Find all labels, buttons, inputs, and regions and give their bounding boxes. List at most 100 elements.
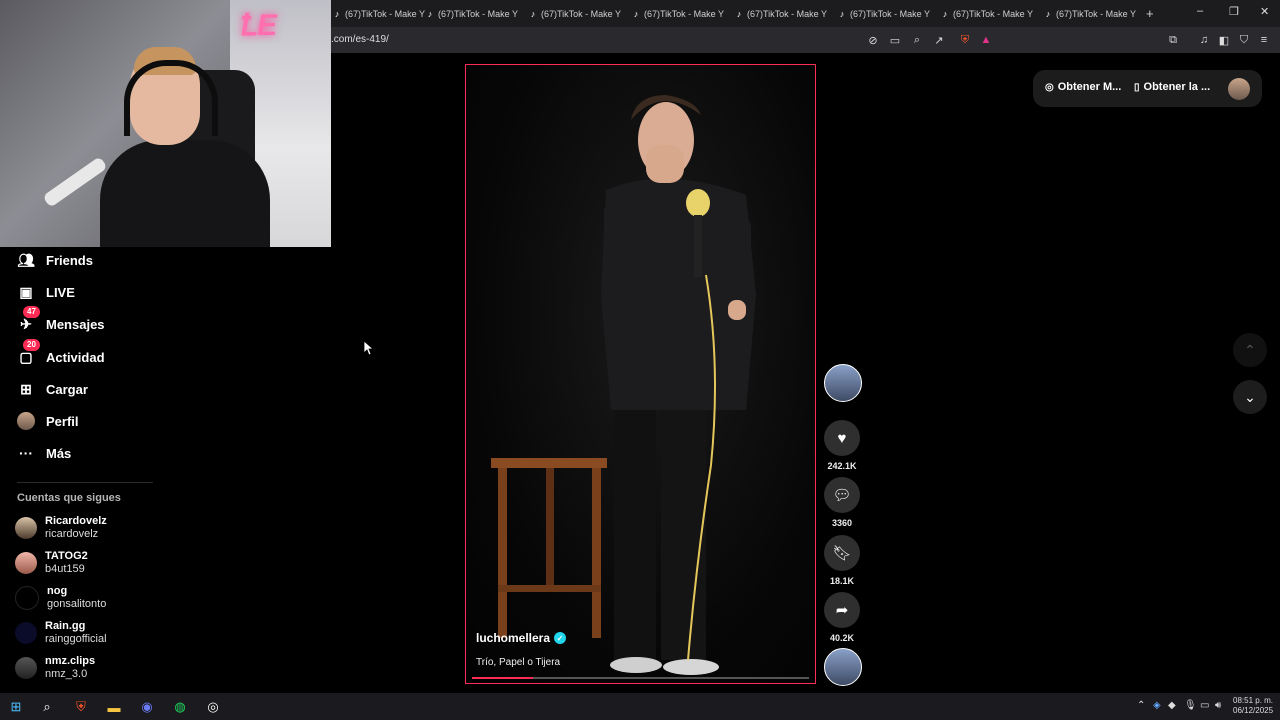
minimize-button[interactable]: – xyxy=(1197,5,1203,17)
restore-button[interactable]: ❐ xyxy=(1229,5,1239,18)
file-explorer-icon[interactable]: ▬ xyxy=(105,698,123,716)
get-coins-button[interactable]: ◎ Obtener M... xyxy=(1045,81,1121,93)
video-player[interactable]: luchomellera ✓ Trío, Papel o Tijera xyxy=(465,64,816,684)
share-button[interactable]: ➦ xyxy=(824,592,860,628)
chevron-down-icon: ⌄ xyxy=(1244,388,1256,405)
sidebar-item-live[interactable]: ▣ LIVE xyxy=(17,280,75,304)
browser-tab[interactable]: ♪ (67)TikTok - Make Y xyxy=(529,4,621,23)
volume-icon[interactable]: 🔊︎ xyxy=(1215,700,1221,711)
browser-tab[interactable]: ♪ (67)TikTok - Make Y xyxy=(426,4,518,23)
user-avatar[interactable] xyxy=(1228,78,1250,100)
extensions-icon[interactable]: ⧉ xyxy=(1166,33,1180,47)
save-button[interactable]: 🔖︎ xyxy=(824,535,860,571)
brave-rewards-icon[interactable]: ▲ xyxy=(979,33,993,47)
neon-sign-logo: ꝈE xyxy=(237,9,281,42)
cast-icon[interactable]: ▭ xyxy=(888,33,902,47)
share-arrow-icon: ➦ xyxy=(835,602,849,619)
tiktok-icon: ♪ xyxy=(736,8,742,19)
following-item[interactable]: Ricardovelz ricardovelz xyxy=(15,513,107,543)
webcam-person-body xyxy=(100,140,270,247)
network-icon[interactable]: ▭ xyxy=(1200,700,1209,711)
following-item[interactable]: Rain.gg rainggofficial xyxy=(15,618,107,648)
sound-avatar[interactable] xyxy=(824,648,862,686)
spotify-icon[interactable]: ◍ xyxy=(171,698,189,716)
tiktok-icon: ♪ xyxy=(1045,8,1051,19)
zoom-icon[interactable]: ⌕ xyxy=(910,33,924,47)
tiktok-icon: ♪ xyxy=(427,8,433,19)
share-icon[interactable]: ↗ xyxy=(932,33,946,47)
sidebar-divider xyxy=(17,482,153,483)
brave-browser-icon[interactable]: ⛨ xyxy=(72,698,90,716)
friends-icon: 👥︎ xyxy=(17,251,35,268)
browser-tab-bar: ♪ (67)TikTok - Make Y ♪ (67)TikTok - Make … xyxy=(331,0,1280,27)
sidebar-item-more[interactable]: ··· Más xyxy=(17,441,71,465)
sidebar-toggle-icon[interactable]: ◧ xyxy=(1217,33,1231,47)
heart-icon: ♥ xyxy=(837,429,847,447)
following-item[interactable]: nmz.clips nmz_3.0 xyxy=(15,653,95,683)
windows-start-icon[interactable]: ⊞ xyxy=(7,698,25,716)
new-tab-button[interactable]: + xyxy=(1146,4,1160,23)
avatar xyxy=(15,586,39,610)
search-icon[interactable]: ⌕ xyxy=(38,698,56,716)
messages-icon: ✈ 47 xyxy=(17,306,40,333)
browser-tab[interactable]: ♪ (67)TikTok - Make Y xyxy=(838,4,930,23)
tray-expand-icon[interactable]: ⌃ xyxy=(1137,700,1145,711)
get-app-button[interactable]: ▯ Obtener la ... xyxy=(1134,81,1210,93)
verified-badge-icon: ✓ xyxy=(554,632,567,644)
tiktok-icon: ♪ xyxy=(633,8,639,19)
close-window-button[interactable]: ✕ xyxy=(1260,5,1269,18)
address-bar: .com/es-419/ ⊘ ▭ ⌕ ↗ ⛨ ▲ ⧉ ♫ ◧ ⛉ ≡ xyxy=(331,27,1280,53)
taskbar-clock[interactable]: 08:51 p. m. 06/12/2025 xyxy=(1233,696,1273,716)
following-item[interactable]: nog gonsalitonto xyxy=(15,583,106,613)
bookmark-icon: 🔖︎ xyxy=(832,545,852,562)
discord-icon[interactable]: ◉ xyxy=(138,698,156,716)
more-icon: ··· xyxy=(19,445,33,461)
video-caption: Trío, Papel o Tijera xyxy=(476,657,561,668)
headphones xyxy=(124,60,218,136)
creator-avatar[interactable] xyxy=(824,364,862,402)
phone-icon: ▯ xyxy=(1134,81,1140,93)
media-icon[interactable]: ♫ xyxy=(1197,33,1211,47)
browser-tab[interactable]: ♪ (67)TikTok - Make Y xyxy=(941,4,1033,23)
live-icon: ▣ xyxy=(19,283,33,300)
next-video-button[interactable]: ⌄ xyxy=(1233,380,1267,414)
profile-avatar xyxy=(17,412,35,430)
menu-icon[interactable]: ≡ xyxy=(1257,33,1271,47)
tiktok-icon: ♪ xyxy=(942,8,948,19)
like-count: 242.1K xyxy=(827,461,857,471)
comment-icon: 💬︎ xyxy=(832,487,852,504)
browser-tab[interactable]: ♪ (67)TikTok - Make Y xyxy=(632,4,724,23)
sidebar-item-upload[interactable]: ⊞ Cargar xyxy=(17,377,88,401)
coins-icon: ◎ xyxy=(1045,81,1054,93)
sidebar-item-messages[interactable]: ✈ 47 Mensajes xyxy=(17,306,105,336)
no-tracking-icon[interactable]: ⊘ xyxy=(866,33,880,47)
url-field[interactable]: .com/es-419/ xyxy=(331,34,389,45)
webcam-overlay: ꝈE xyxy=(0,0,331,247)
browser-tab[interactable]: ♪ (67)TikTok - Make Y xyxy=(333,4,425,23)
following-item[interactable]: TATOG2 b4ut159 xyxy=(15,548,88,578)
tray-app-icon[interactable]: ◆ xyxy=(1168,700,1176,711)
share-count: 40.2K xyxy=(829,633,855,643)
video-frame-comedian xyxy=(491,95,756,675)
tiktok-icon: ♪ xyxy=(334,8,340,19)
comment-count: 3360 xyxy=(831,518,853,528)
like-button[interactable]: ♥ xyxy=(824,420,860,456)
sidebar-item-profile[interactable]: Perfil xyxy=(17,409,79,433)
sidebar-item-friends[interactable]: 👥︎ Friends xyxy=(17,248,93,272)
video-progress-bar[interactable] xyxy=(472,677,809,679)
taskbar: ⊞ ⌕ ⛨ ▬ ◉ ◍ ◎ ⌃ ◈ ◆ 🎙︎ ▭ 🔊︎ 08:51 p. m. … xyxy=(0,693,1280,720)
steam-icon[interactable]: ◈ xyxy=(1153,700,1161,711)
obs-icon[interactable]: ◎ xyxy=(204,698,222,716)
browser-tab[interactable]: ♪ (67)TikTok - Make Y xyxy=(1044,4,1136,23)
brave-shield-icon[interactable]: ⛨ xyxy=(958,33,972,47)
microphone-icon[interactable]: 🎙︎ xyxy=(1184,700,1197,711)
creator-username[interactable]: luchomellera ✓ xyxy=(476,631,567,645)
sidebar-item-activity[interactable]: ▢ 20 Actividad xyxy=(17,339,105,369)
previous-video-button[interactable]: ⌃ xyxy=(1233,333,1267,367)
avatar xyxy=(15,552,37,574)
activity-badge: 20 xyxy=(23,339,40,351)
comment-button[interactable]: 💬︎ xyxy=(824,477,860,513)
vpn-shield-icon[interactable]: ⛉ xyxy=(1237,33,1251,47)
tiktok-icon: ♪ xyxy=(530,8,536,19)
browser-tab[interactable]: ♪ (67)TikTok - Make Y xyxy=(735,4,827,23)
